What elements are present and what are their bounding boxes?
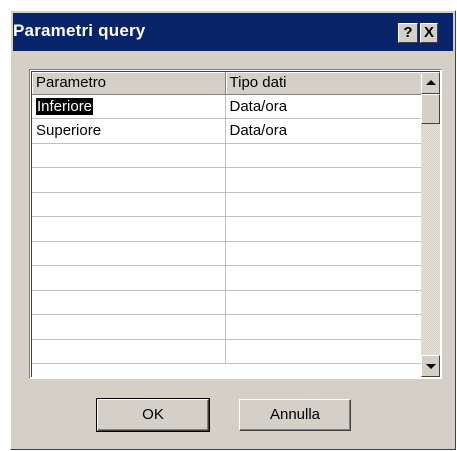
column-header-parametro[interactable]: Parametro xyxy=(32,72,226,95)
table-row[interactable] xyxy=(32,167,423,193)
cancel-button[interactable]: Annulla xyxy=(239,399,351,431)
parameter-cell[interactable]: Superiore xyxy=(32,118,226,144)
data-type-cell[interactable] xyxy=(225,314,423,340)
parameter-cell[interactable] xyxy=(32,265,226,291)
vertical-scrollbar[interactable] xyxy=(421,72,440,377)
parameter-cell[interactable] xyxy=(32,290,226,315)
selected-cell-text[interactable]: Inferiore xyxy=(36,97,94,115)
scroll-down-button[interactable] xyxy=(421,355,440,377)
scroll-up-button[interactable] xyxy=(421,72,440,94)
table-row[interactable]: Superiore Data/ora xyxy=(32,118,423,144)
data-type-cell[interactable] xyxy=(225,143,423,168)
ok-button[interactable]: OK xyxy=(96,398,210,432)
data-type-cell[interactable]: Data/ora xyxy=(225,94,423,119)
column-header-tipo-dati[interactable]: Tipo dati xyxy=(225,72,423,95)
parameter-cell[interactable]: Inferiore xyxy=(32,94,226,119)
close-button[interactable]: X xyxy=(420,23,438,43)
parameter-cell[interactable] xyxy=(32,192,226,217)
table-row[interactable] xyxy=(32,143,423,168)
arrow-up-icon xyxy=(426,80,436,85)
table-row[interactable] xyxy=(32,192,423,217)
table-row[interactable] xyxy=(32,339,423,364)
grid-viewport: Parametro Tipo dati Inferiore Data/ora S… xyxy=(31,71,440,377)
data-type-cell[interactable] xyxy=(225,290,423,315)
parameter-cell[interactable] xyxy=(32,143,226,168)
table-row[interactable] xyxy=(32,290,423,315)
table-row[interactable] xyxy=(32,216,423,242)
data-type-cell[interactable] xyxy=(225,167,423,193)
header-row: Parametro Tipo dati xyxy=(32,72,423,95)
parameter-cell[interactable] xyxy=(32,314,226,340)
parameters-table: Parametro Tipo dati Inferiore Data/ora S… xyxy=(32,72,423,364)
dialog-title: Parametri query xyxy=(13,21,146,40)
data-type-cell[interactable] xyxy=(225,192,423,217)
query-parameters-dialog: Parametri query ? X Parametro Tipo dati … xyxy=(10,10,456,450)
close-icon: X xyxy=(423,24,434,41)
data-type-cell[interactable] xyxy=(225,265,423,291)
table-row[interactable] xyxy=(32,314,423,340)
scrollbar-thumb[interactable] xyxy=(421,94,440,124)
data-type-cell[interactable] xyxy=(225,241,423,266)
help-icon: ? xyxy=(403,24,413,41)
parameters-grid[interactable]: Parametro Tipo dati Inferiore Data/ora S… xyxy=(29,69,442,379)
help-button[interactable]: ? xyxy=(398,23,418,43)
parameter-cell[interactable] xyxy=(32,216,226,242)
table-row[interactable] xyxy=(32,265,423,291)
title-bar: Parametri query ? X xyxy=(13,13,453,51)
parameter-cell[interactable] xyxy=(32,339,226,364)
parameter-cell[interactable] xyxy=(32,167,226,193)
data-type-cell[interactable] xyxy=(225,339,423,364)
table-row[interactable] xyxy=(32,241,423,266)
data-type-cell[interactable] xyxy=(225,216,423,242)
table-row[interactable]: Inferiore Data/ora xyxy=(32,94,423,119)
data-type-cell[interactable]: Data/ora xyxy=(225,118,423,144)
arrow-down-icon xyxy=(426,364,436,369)
parameter-cell[interactable] xyxy=(32,241,226,266)
